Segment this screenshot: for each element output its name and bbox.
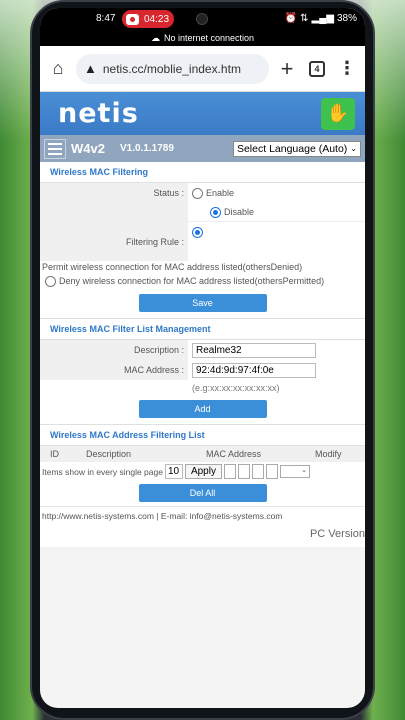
items-per-page-input[interactable]: 10 (164, 464, 183, 479)
browser-toolbar: ⌂ ▲ netis.cc/moblie_index.htm + 4 ⋮ (40, 46, 365, 92)
enable-label: Enable (206, 188, 235, 198)
footer-text: http://www.netis-systems.com | E-mail: i… (40, 506, 365, 525)
language-value: Select Language (Auto) (236, 142, 348, 155)
description-input[interactable]: Realme32 (192, 342, 316, 358)
next-page-button[interactable] (251, 464, 264, 479)
router-header: netis ✋ (40, 92, 365, 135)
pc-version-link[interactable]: PC Version (40, 525, 365, 547)
apply-button[interactable]: Apply (184, 464, 222, 479)
quick-setup-icon[interactable]: ✋ (321, 97, 355, 130)
save-button[interactable]: Save (138, 294, 267, 312)
status-bar: 8:47 04:23 ⏰ ⇅ ▂▄▆ 38% (40, 8, 365, 30)
filter-table-header: ID Description MAC Address Modify (40, 446, 365, 462)
col-id: ID (50, 449, 59, 459)
wifi-icon: ⇅ (300, 13, 309, 24)
netis-logo: netis (58, 98, 139, 129)
prev-page-button[interactable] (237, 464, 250, 479)
mac-address-input[interactable]: 92:4d:9d:97:4f:0e (192, 362, 316, 378)
del-all-button[interactable]: Del All (138, 484, 267, 502)
col-modify: Modify (315, 449, 342, 459)
cloud-off-icon: ☁ (150, 32, 160, 43)
model-name: W4v2 (71, 141, 105, 156)
col-description: Description (86, 449, 132, 459)
disable-radio[interactable] (210, 206, 221, 218)
mac-address-label: MAC Address : (40, 360, 188, 380)
pagination-row: Items show in every single page 10 Apply… (40, 462, 365, 481)
enable-radio[interactable] (192, 187, 203, 199)
warning-icon[interactable]: ▲ (84, 61, 97, 76)
model-bar: W4v2 V1.0.1.1789 Select Language (Auto) … (40, 135, 365, 162)
alarm-icon: ⏰ (284, 13, 298, 24)
record-time: 04:23 (144, 13, 170, 25)
disable-label: Disable (224, 207, 255, 217)
firmware-version: V1.0.1.1789 (119, 143, 174, 154)
address-bar[interactable]: ▲ netis.cc/moblie_index.htm (76, 53, 269, 84)
phone-screen: 8:47 04:23 ⏰ ⇅ ▂▄▆ 38% ☁ No internet con… (40, 8, 365, 708)
last-page-button[interactable] (265, 464, 278, 479)
filter-list-title: Wireless MAC Address Filtering List (40, 425, 365, 446)
permit-text: Permit wireless connection for MAC addre… (42, 262, 303, 272)
front-camera (196, 13, 208, 25)
enable-option[interactable]: Enable (188, 187, 235, 199)
permit-radio[interactable] (192, 227, 203, 238)
page-select[interactable]: ⌄ (279, 465, 310, 478)
new-tab-icon[interactable]: + (275, 56, 299, 81)
deny-text: Deny wireless connection for MAC address… (59, 276, 325, 286)
deny-option[interactable]: Deny wireless connection for MAC address… (40, 274, 365, 288)
col-mac-address: MAC Address (206, 449, 262, 459)
signal-icon: ▂▄▆ (311, 13, 334, 24)
items-per-page-label: Items show in every single page (42, 466, 163, 477)
menu-icon[interactable] (44, 138, 66, 159)
filtering-rule-label: Filtering Rule : (40, 222, 188, 261)
network-notice-bar: ☁ No internet connection (40, 30, 365, 46)
status-icons: ⏰ ⇅ ▂▄▆ 38% (285, 13, 357, 24)
status-time: 8:47 (96, 13, 116, 24)
more-menu-icon[interactable]: ⋮ (335, 57, 359, 81)
permit-option[interactable] (188, 222, 203, 238)
description-row: Description : Realme32 (40, 340, 365, 360)
network-notice: No internet connection (163, 33, 255, 43)
disable-option[interactable]: Disable (188, 206, 255, 218)
chevron-down-icon: ⌄ (350, 144, 357, 153)
list-management-title: Wireless MAC Filter List Management (40, 319, 365, 340)
first-page-button[interactable] (223, 464, 236, 479)
url-text: netis.cc/moblie_index.htm (102, 61, 241, 76)
record-camera-icon (126, 13, 139, 25)
mac-filtering-title: Wireless MAC Filtering (40, 162, 365, 183)
home-icon[interactable]: ⌂ (46, 57, 70, 81)
add-button[interactable]: Add (138, 400, 267, 418)
mac-address-row: MAC Address : 92:4d:9d:97:4f:0e (40, 360, 365, 380)
status-label: Status : (40, 183, 188, 203)
filtering-rule-row: Filtering Rule : (40, 221, 365, 261)
language-select[interactable]: Select Language (Auto) ⌄ (232, 140, 361, 157)
battery-level: 38% (336, 13, 357, 24)
status-row: Status : Enable (40, 183, 365, 203)
tab-switcher-button[interactable]: 4 (305, 57, 329, 81)
deny-radio[interactable] (45, 275, 56, 287)
disable-row: Disable (40, 203, 365, 221)
screen-record-indicator[interactable]: 04:23 (122, 10, 174, 28)
tab-count: 4 (309, 60, 325, 77)
description-label: Description : (40, 340, 188, 360)
main-content: Wireless MAC Filtering Status : Enable D… (40, 162, 365, 547)
mac-hint: (e.g:xx:xx:xx:xx:xx:xx) (192, 383, 280, 393)
